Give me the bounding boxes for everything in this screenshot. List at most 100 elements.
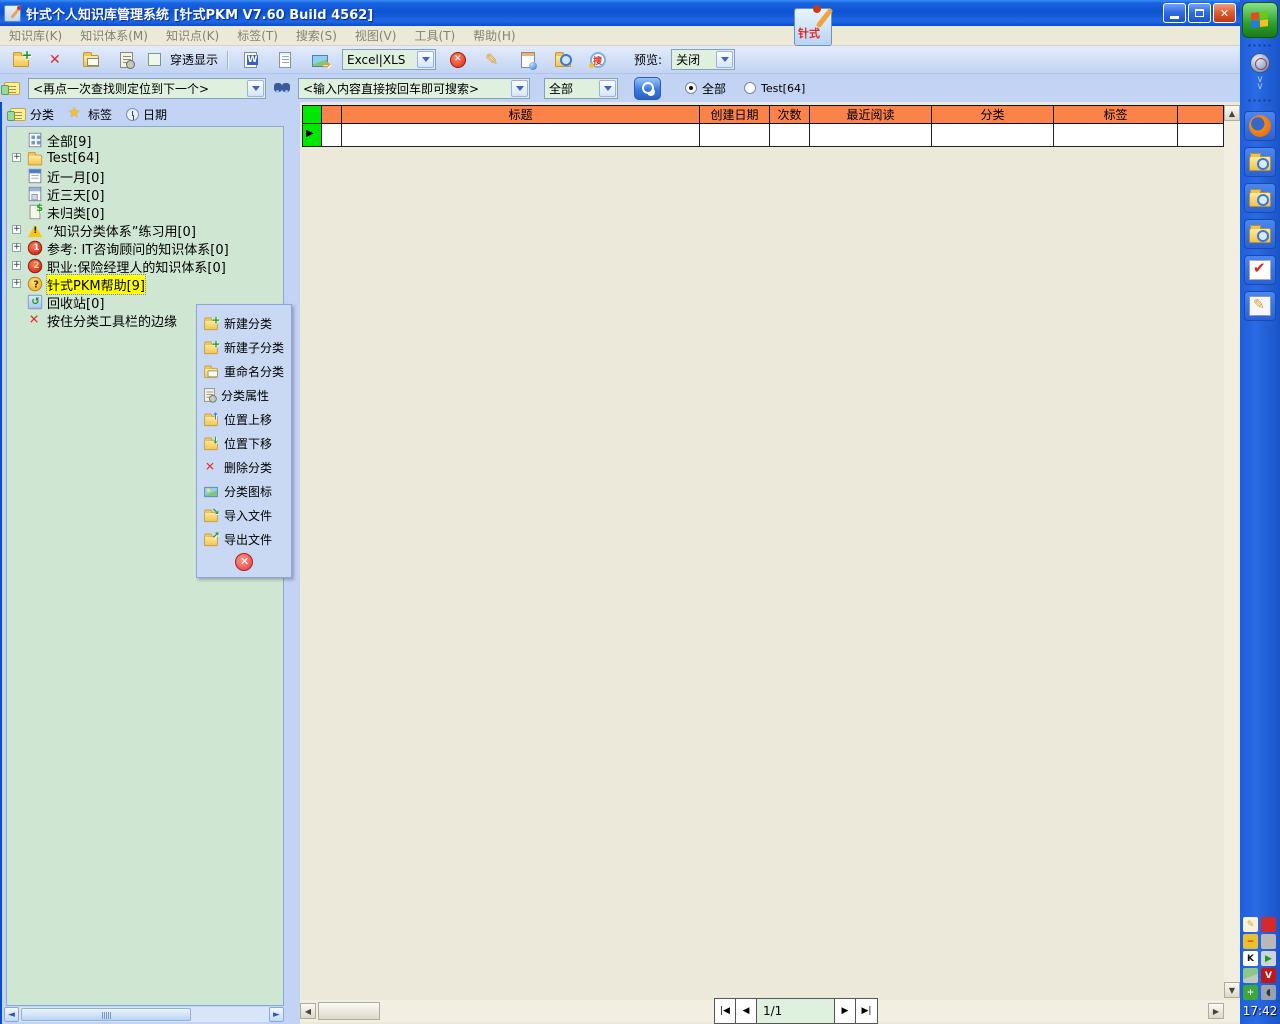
scroll-up-icon[interactable]: ▲ <box>1224 105 1240 121</box>
tray-red-disc-icon[interactable] <box>1261 917 1276 932</box>
menu-tags[interactable]: 标签(T) <box>228 27 287 44</box>
preview-combo[interactable]: 关闭 <box>671 49 735 70</box>
column-count[interactable]: 次数 <box>770 105 810 124</box>
stop-button[interactable] <box>445 48 471 71</box>
expand-plus-icon[interactable] <box>12 279 21 288</box>
ctx-export-file[interactable]: 导出文件 <box>197 527 291 551</box>
restore-button[interactable] <box>1188 3 1211 23</box>
first-page-button[interactable]: |◀ <box>715 999 736 1023</box>
edit-button[interactable] <box>480 48 506 71</box>
dropdown-arrow-icon[interactable] <box>716 51 733 68</box>
rename-button[interactable] <box>78 48 104 71</box>
report-view-button[interactable] <box>515 48 541 71</box>
tray-key-icon[interactable]: − <box>1243 934 1258 949</box>
new-knowledge-button[interactable] <box>8 48 34 71</box>
tree-item-pkm-help[interactable]: 针式PKM帮助[9] <box>7 275 283 293</box>
tab-tags[interactable]: 标签 <box>68 106 112 123</box>
tray-database-run-icon[interactable]: ▶ <box>1261 951 1276 966</box>
tree-item-test[interactable]: Test[64] <box>7 149 283 167</box>
ctx-new-category[interactable]: 新建分类 <box>197 311 291 335</box>
menu-help[interactable]: 帮助(H) <box>464 27 524 44</box>
column-created-date[interactable]: 创建日期 <box>700 105 770 124</box>
category-comment-icon[interactable] <box>4 82 20 95</box>
firefox-launcher[interactable] <box>1244 111 1276 141</box>
folder-search-button[interactable] <box>550 48 576 71</box>
expand-plus-icon[interactable] <box>12 261 21 270</box>
chevron-down-icon[interactable]: ∨∨ <box>1256 76 1263 90</box>
start-button[interactable] <box>1242 2 1278 38</box>
dropdown-arrow-icon[interactable] <box>599 80 616 97</box>
column-tag[interactable]: 标签 <box>1054 105 1178 124</box>
tray-gray-disc-icon[interactable] <box>1261 934 1276 949</box>
binoculars-icon[interactable] <box>274 80 290 96</box>
word-export-button[interactable] <box>237 48 263 71</box>
left-panel-hscrollbar[interactable]: ◄ ► <box>4 1007 284 1022</box>
grid-empty-row[interactable] <box>302 124 1224 147</box>
ctx-move-down[interactable]: 位置下移 <box>197 431 291 455</box>
excel-export-combo[interactable]: Excel|XLS <box>342 49 436 70</box>
tray-v-icon[interactable]: V <box>1261 968 1276 983</box>
tree-item-reference-it[interactable]: 参考: IT咨询顾问的知识体系[0] <box>7 239 283 257</box>
scope-combo[interactable]: 全部 <box>544 78 618 99</box>
scroll-thumb[interactable] <box>318 1002 380 1020</box>
tree-item-practice-system[interactable]: “知识分类体系”练习用[0] <box>7 221 283 239</box>
expand-plus-icon[interactable] <box>12 243 21 252</box>
search-button[interactable] <box>634 77 661 100</box>
ctx-import-file[interactable]: 导入文件 <box>197 503 291 527</box>
expand-plus-icon[interactable] <box>12 153 21 162</box>
dropdown-arrow-icon[interactable] <box>417 51 434 68</box>
sou-search-button[interactable] <box>585 48 611 71</box>
tree-item-last-month[interactable]: 近一月[0] <box>7 167 283 185</box>
tray-shield-plus-icon[interactable]: + <box>1243 985 1258 1000</box>
tray-kaspersky-icon[interactable]: K <box>1243 951 1258 966</box>
menu-view[interactable]: 视图(V) <box>346 27 406 44</box>
image-export-button[interactable] <box>307 48 333 71</box>
scroll-right-icon[interactable]: ► <box>269 1007 284 1022</box>
column-recent-read[interactable]: 最近阅读 <box>810 105 932 124</box>
tab-date[interactable]: 日期 <box>126 106 167 123</box>
radio-test[interactable] <box>744 82 756 94</box>
last-page-button[interactable]: ▶| <box>856 999 877 1023</box>
folder-launcher-2[interactable] <box>1244 183 1276 213</box>
close-button[interactable]: ✕ <box>1213 3 1236 23</box>
menu-tools[interactable]: 工具(T) <box>405 27 464 44</box>
context-menu-close-icon[interactable] <box>235 553 253 571</box>
scroll-left-icon[interactable]: ◄ <box>4 1007 19 1022</box>
tree-item-last-3-days[interactable]: 近三天[0] <box>7 185 283 203</box>
scroll-down-icon[interactable]: ▼ <box>1224 982 1240 998</box>
tree-item-uncategorized[interactable]: 未归类[0] <box>7 203 283 221</box>
radio-all[interactable] <box>685 82 697 94</box>
tree-item-occupation-insurance[interactable]: 职业:保险经理人的知识体系[0] <box>7 257 283 275</box>
scroll-thumb[interactable] <box>21 1008 191 1021</box>
pierce-display-checkbox[interactable] <box>148 53 161 66</box>
text-doc-button[interactable] <box>272 48 298 71</box>
main-vscrollbar[interactable]: ▲ ▼ <box>1224 105 1240 998</box>
tray-image-icon[interactable] <box>1243 968 1258 983</box>
locate-combo[interactable]: <再点一次查找则定位到下一个> <box>28 78 266 99</box>
menu-knowledge-base[interactable]: 知识库(K) <box>0 27 71 44</box>
ctx-rename-category[interactable]: 重命名分类 <box>197 359 291 383</box>
browser-globe-icon[interactable] <box>1250 53 1270 73</box>
ctx-delete-category[interactable]: 删除分类 <box>197 455 291 479</box>
checkmark-launcher[interactable] <box>1244 255 1276 285</box>
expand-plus-icon[interactable] <box>12 225 21 234</box>
pkm-desktop-icon[interactable]: 针式 <box>794 8 832 46</box>
scroll-right-icon[interactable]: ▶ <box>1208 1003 1224 1019</box>
ctx-move-up[interactable]: 位置上移 <box>197 407 291 431</box>
delete-button[interactable] <box>43 48 69 71</box>
minimize-button[interactable] <box>1163 3 1186 23</box>
menu-search[interactable]: 搜索(S) <box>287 27 346 44</box>
menu-knowledge-system[interactable]: 知识体系(M) <box>71 27 157 44</box>
tray-pencil-icon[interactable]: ✎ <box>1243 917 1258 932</box>
column-category[interactable]: 分类 <box>932 105 1054 124</box>
next-page-button[interactable]: ▶ <box>835 999 856 1023</box>
scroll-left-icon[interactable]: ◀ <box>300 1003 316 1019</box>
folder-launcher-3[interactable] <box>1244 219 1276 249</box>
notes-launcher[interactable] <box>1244 291 1276 321</box>
menu-knowledge-point[interactable]: 知识点(K) <box>157 27 228 44</box>
tray-speaker-icon[interactable]: ◖ <box>1261 985 1276 1000</box>
keyword-search-combo[interactable]: <输入内容直接按回车即可搜索> <box>298 78 530 99</box>
column-title[interactable]: 标题 <box>342 105 700 124</box>
ctx-category-properties[interactable]: 分类属性 <box>197 383 291 407</box>
dropdown-arrow-icon[interactable] <box>247 80 264 97</box>
